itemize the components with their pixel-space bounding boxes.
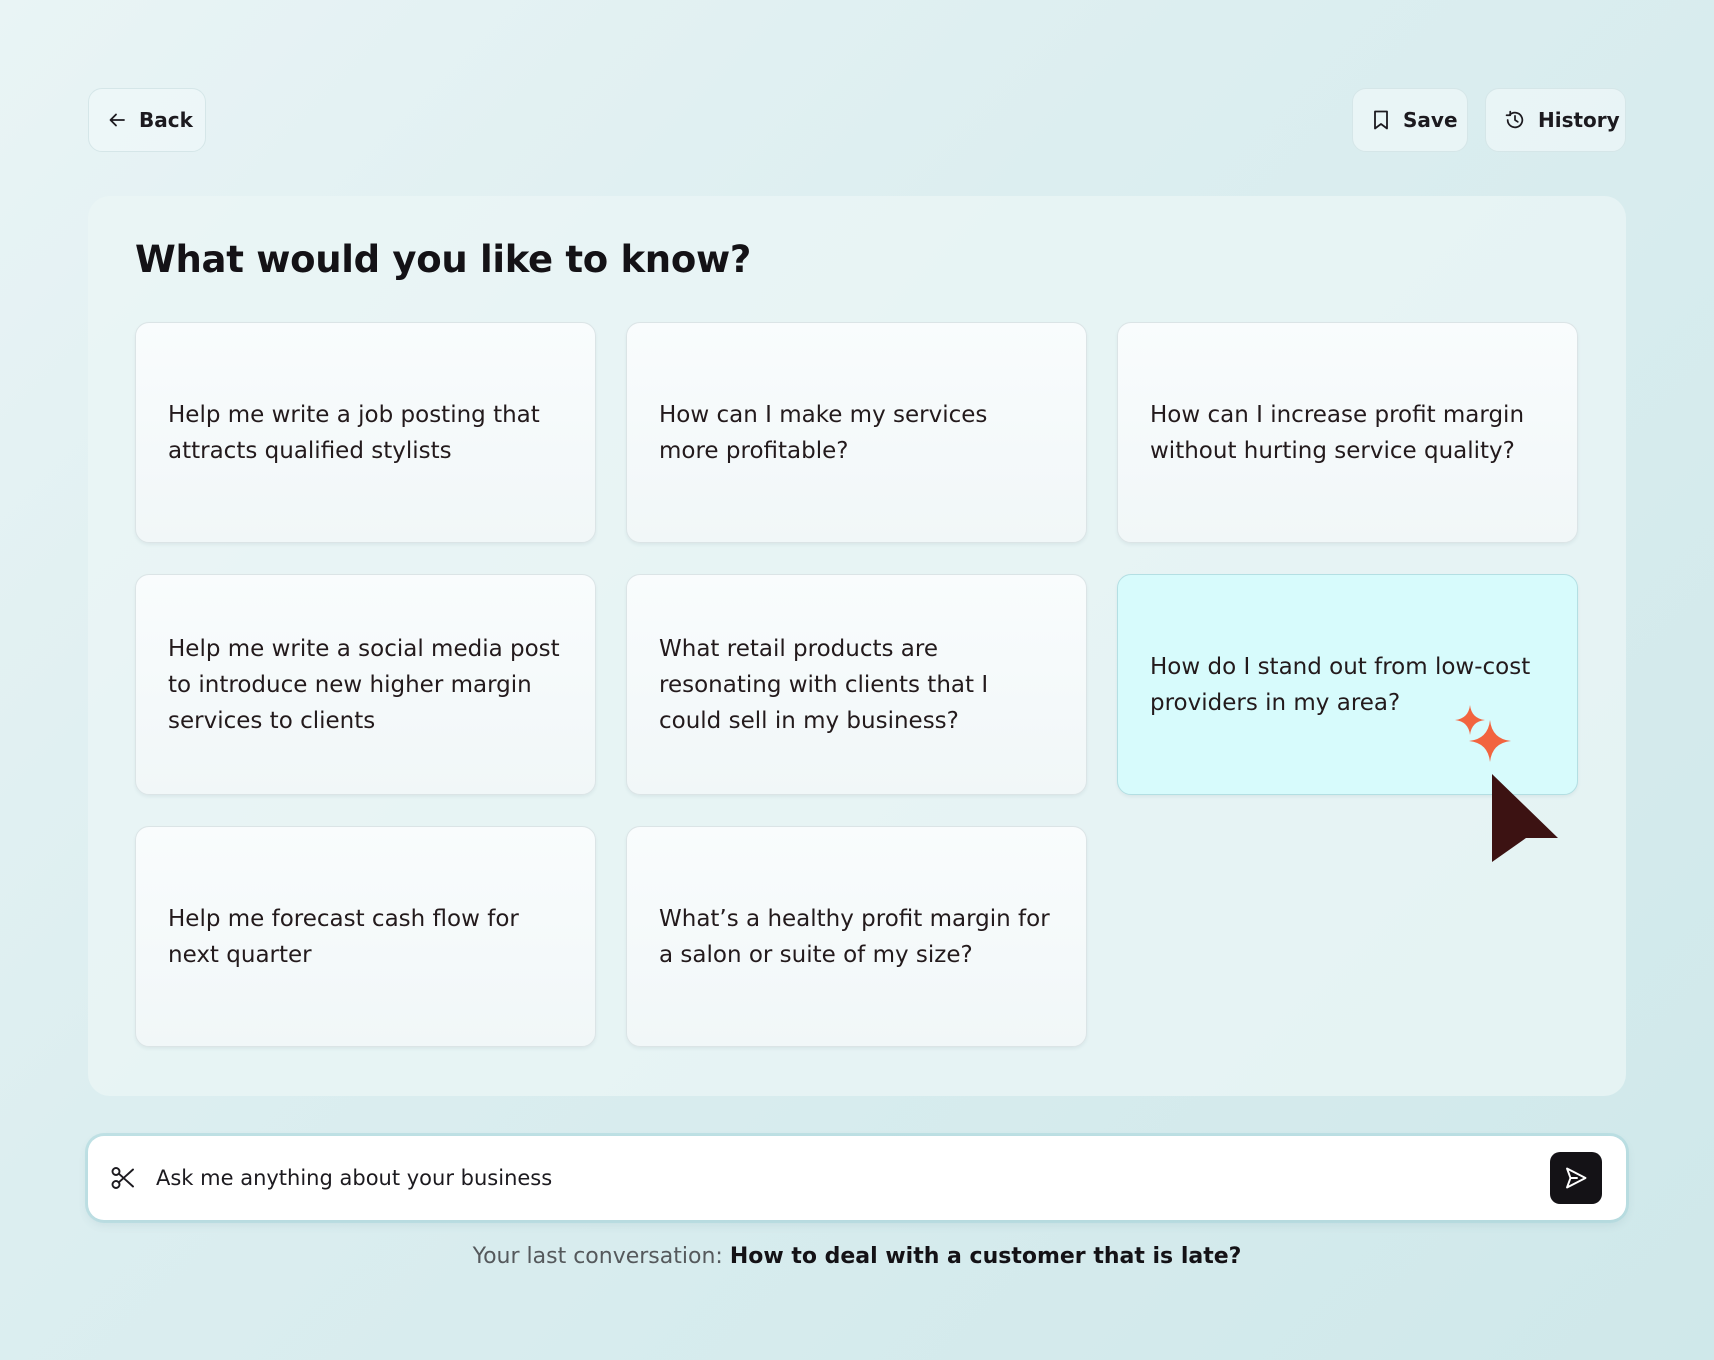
history-label: History: [1538, 108, 1620, 132]
page-title: What would you like to know?: [135, 238, 751, 281]
suggestion-text: Help me forecast cash flow for next quar…: [168, 905, 519, 968]
suggestion-card[interactable]: Help me write a job posting that attract…: [135, 322, 596, 543]
suggestion-text: What’s a healthy profit margin for a sal…: [659, 905, 1050, 968]
last-conversation-link[interactable]: How to deal with a customer that is late…: [730, 1244, 1242, 1269]
ask-bar: [88, 1136, 1626, 1220]
save-label: Save: [1403, 108, 1458, 132]
back-button[interactable]: Back: [88, 88, 206, 152]
suggestion-card[interactable]: Help me write a social media post to int…: [135, 574, 596, 795]
back-label: Back: [139, 108, 193, 132]
suggestion-card[interactable]: How can I make my services more profitab…: [626, 322, 1087, 543]
suggestion-text: Help me write a job posting that attract…: [168, 401, 540, 464]
arrow-left-icon: [109, 113, 125, 127]
suggestion-text: How can I make my services more profitab…: [659, 401, 988, 464]
suggestion-card[interactable]: Help me forecast cash flow for next quar…: [135, 826, 596, 1047]
suggestion-text: What retail products are resonating with…: [659, 635, 989, 734]
ask-input[interactable]: [156, 1166, 1550, 1190]
suggestion-card[interactable]: How can I increase profit margin without…: [1117, 322, 1578, 543]
scissors-icon: [111, 1167, 134, 1189]
sparkle-icon: [1469, 720, 1511, 762]
history-button[interactable]: History: [1485, 88, 1626, 152]
suggestion-text: How can I increase profit margin without…: [1150, 401, 1525, 464]
suggestion-text: Help me write a social media post to int…: [168, 635, 560, 734]
mouse-cursor-icon: [1492, 774, 1558, 862]
save-button[interactable]: Save: [1352, 88, 1468, 152]
last-conversation-prefix: Your last conversation:: [472, 1244, 723, 1269]
history-icon: [1505, 110, 1524, 129]
bookmark-icon: [1374, 110, 1388, 130]
send-icon: [1566, 1167, 1587, 1189]
suggestion-card[interactable]: What’s a healthy profit margin for a sal…: [626, 826, 1087, 1047]
send-button[interactable]: [1550, 1152, 1602, 1204]
last-conversation: Your last conversation: How to deal with…: [0, 1244, 1714, 1269]
suggestion-card[interactable]: What retail products are resonating with…: [626, 574, 1087, 795]
